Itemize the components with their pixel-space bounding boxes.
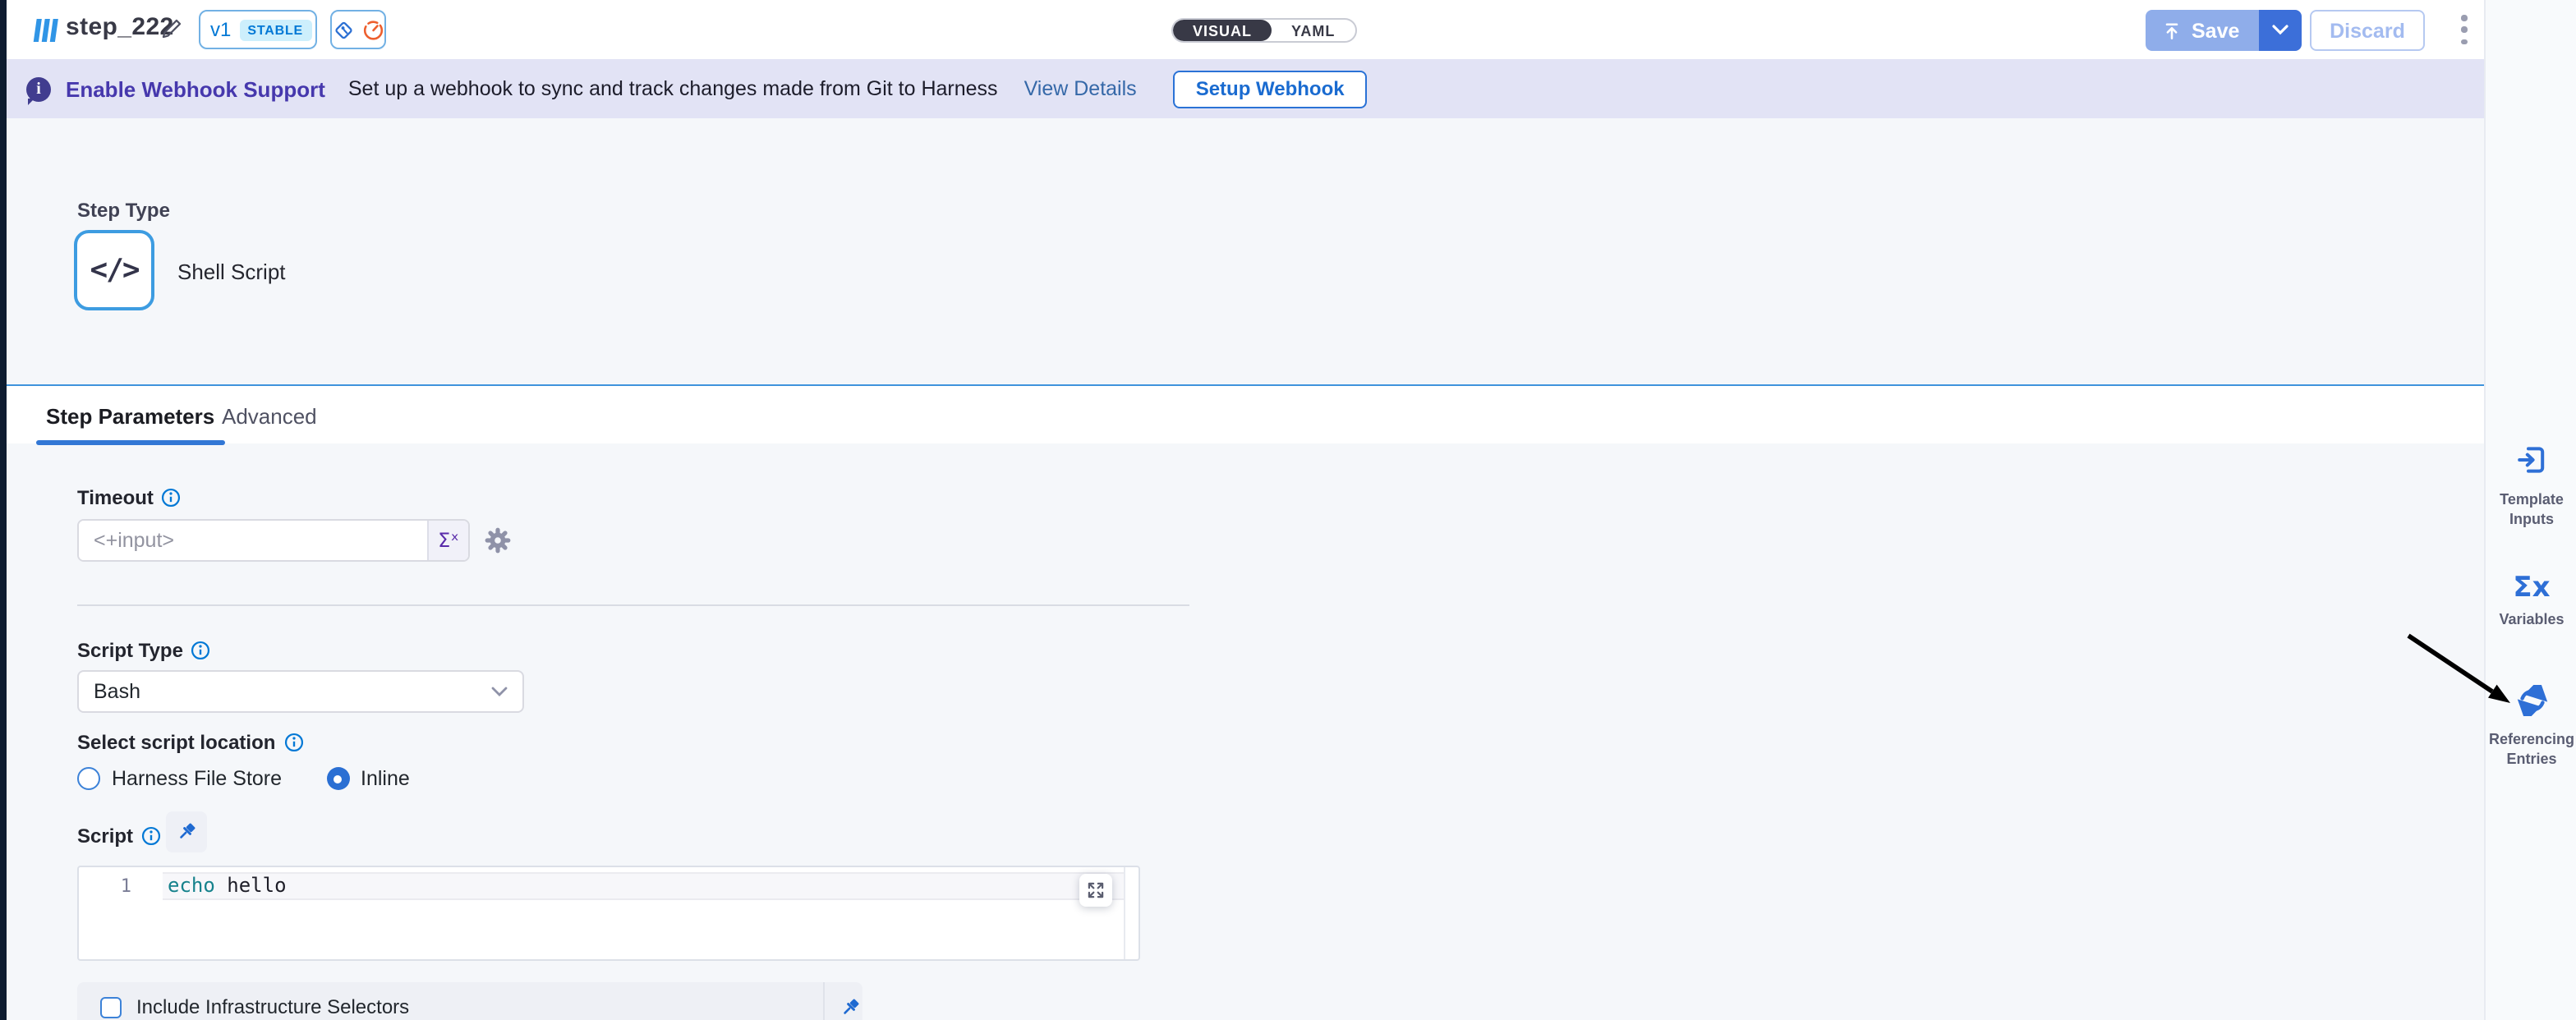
- more-options-button[interactable]: [2453, 15, 2476, 44]
- edit-pencil-icon[interactable]: [161, 18, 182, 39]
- fullscreen-icon: [1086, 880, 1106, 900]
- code-argument: hello: [227, 874, 286, 897]
- referencing-entries-icon: [2516, 685, 2547, 716]
- toggle-visual[interactable]: VISUAL: [1173, 20, 1272, 41]
- step-type-label: Step Type: [77, 199, 170, 222]
- info-bubble-icon: i: [26, 76, 51, 101]
- section-divider: [77, 604, 1189, 606]
- version-label: v1: [210, 18, 231, 41]
- tab-bar: Step Parameters Advanced: [7, 384, 2484, 443]
- banner-title: Enable Webhook Support: [66, 76, 325, 101]
- git-experience-icon[interactable]: [332, 17, 356, 42]
- line-number: 1: [79, 875, 131, 897]
- timeout-input-group: Σˣ: [77, 519, 470, 562]
- discard-button[interactable]: Discard: [2310, 10, 2425, 51]
- expand-editor-button[interactable]: [1079, 874, 1112, 907]
- tab-step-parameters[interactable]: Step Parameters: [46, 386, 214, 445]
- top-header: step_222 v1 STABLE: [7, 0, 2484, 59]
- webhook-banner: i Enable Webhook Support Set up a webhoo…: [7, 59, 2484, 118]
- info-icon[interactable]: [162, 488, 182, 508]
- sidebar-item-template-inputs[interactable]: Template Inputs: [2486, 443, 2576, 530]
- right-utility-sidebar: Template Inputs Σx Variables Referencing…: [2484, 0, 2576, 1020]
- sidebar-item-referencing-entries[interactable]: Referencing Entries: [2486, 685, 2576, 770]
- radio-label: Inline: [361, 767, 410, 790]
- code-icon: </>: [90, 253, 138, 287]
- chevron-down-icon: [491, 687, 508, 696]
- editor-minimap-divider: [1124, 867, 1125, 959]
- chevron-down-icon: [2272, 25, 2288, 36]
- harness-logo-icon: [31, 18, 61, 43]
- timeout-field-label: Timeout: [77, 486, 182, 509]
- collapsed-nav-rail: [0, 0, 7, 1020]
- script-type-label: Script Type: [77, 639, 211, 662]
- save-split-button: Save: [2146, 10, 2302, 51]
- sidebar-item-label: Template Inputs: [2486, 491, 2576, 530]
- template-inputs-icon: [2515, 443, 2548, 476]
- save-options-button[interactable]: [2259, 10, 2302, 51]
- step-config-content: Step Type </> Shell Script Step Paramete…: [7, 118, 2484, 1020]
- row-divider: [823, 982, 825, 1020]
- code-line: echo hello: [168, 874, 287, 897]
- sidebar-item-label: Referencing Entries: [2486, 731, 2576, 770]
- setup-webhook-button[interactable]: Setup Webhook: [1173, 70, 1368, 108]
- current-line-highlight: [163, 872, 1124, 900]
- upload-icon: [2162, 21, 2182, 40]
- tab-advanced[interactable]: Advanced: [222, 386, 317, 445]
- script-location-options: Harness File Store Inline: [77, 767, 410, 790]
- include-infra-checkbox[interactable]: [100, 996, 122, 1018]
- script-location-label: Select script location: [77, 731, 303, 754]
- pushpin-icon: [839, 996, 860, 1018]
- radio-harness-file-store[interactable]: [77, 767, 100, 790]
- variables-icon: Σx: [2513, 572, 2550, 604]
- save-button[interactable]: Save: [2146, 10, 2259, 51]
- main-column: step_222 v1 STABLE: [7, 0, 2484, 1020]
- include-infra-row: Include Infrastructure Selectors: [77, 982, 862, 1020]
- stable-badge: STABLE: [239, 19, 311, 40]
- step-type-value: Shell Script: [177, 260, 286, 284]
- gear-icon[interactable]: [485, 527, 511, 554]
- pushpin-icon: [176, 821, 197, 843]
- include-infra-label: Include Infrastructure Selectors: [136, 995, 409, 1018]
- toggle-yaml[interactable]: YAML: [1272, 20, 1355, 41]
- sidebar-item-variables[interactable]: Σx Variables: [2486, 572, 2576, 630]
- harness-step-config-page: step_222 v1 STABLE: [0, 0, 2576, 1020]
- shell-script-step-icon[interactable]: </>: [74, 230, 154, 310]
- version-selector[interactable]: v1 STABLE: [199, 10, 317, 49]
- info-icon[interactable]: [283, 733, 303, 752]
- header-status-icons: [330, 10, 386, 49]
- script-code-editor[interactable]: 1 echo hello: [77, 866, 1140, 961]
- info-icon[interactable]: [141, 826, 161, 846]
- script-field-label: Script: [77, 825, 161, 848]
- save-label: Save: [2192, 19, 2239, 42]
- script-type-select[interactable]: Bash: [77, 670, 524, 713]
- info-icon[interactable]: [191, 641, 211, 660]
- pin-script-button[interactable]: [166, 811, 207, 852]
- timeout-input[interactable]: [79, 521, 427, 560]
- sidebar-item-label: Variables: [2486, 611, 2576, 630]
- script-type-value: Bash: [94, 680, 140, 703]
- page-title: step_222: [66, 13, 174, 41]
- radio-inline[interactable]: [326, 767, 349, 790]
- banner-message: Set up a webhook to sync and track chang…: [348, 77, 998, 100]
- timer-icon[interactable]: [361, 17, 384, 42]
- pin-infra-button[interactable]: [830, 982, 869, 1020]
- code-keyword: echo: [168, 874, 215, 897]
- view-details-link[interactable]: View Details: [1024, 77, 1137, 100]
- visual-yaml-toggle: VISUAL YAML: [1171, 18, 1356, 43]
- runtime-input-type-button[interactable]: Σˣ: [427, 521, 468, 560]
- radio-label: Harness File Store: [112, 767, 282, 790]
